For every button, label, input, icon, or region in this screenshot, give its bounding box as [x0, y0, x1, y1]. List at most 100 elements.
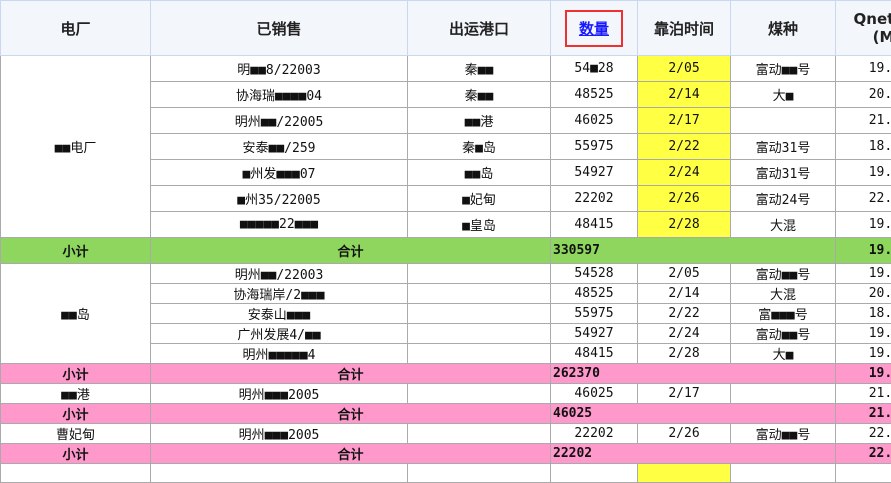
header-sold[interactable]: 已销售	[151, 1, 408, 56]
table-row[interactable]: ■■港明州■■■2005460252/1721.6	[1, 384, 891, 404]
total-label: 合计	[151, 444, 551, 464]
berth-date-cell: 2/26	[638, 424, 731, 444]
qty-cell: 48525	[551, 284, 638, 304]
subtotal-qnet: 19.9	[836, 238, 891, 264]
empty-cell	[551, 464, 638, 483]
header-qty[interactable]: 数量	[551, 1, 638, 56]
sold-cell: 协海瑞■■■■04	[151, 82, 408, 108]
port-cell: 秦■岛	[408, 134, 551, 160]
header-plant[interactable]: 电厂	[1, 1, 151, 56]
port-cell	[408, 424, 551, 444]
berth-date-cell: 2/28	[638, 344, 731, 364]
qty-cell: 54927	[551, 160, 638, 186]
coal-cell: 富动■■号	[731, 324, 836, 344]
qty-cell: 54■28	[551, 56, 638, 82]
qty-cell: 55975	[551, 134, 638, 160]
port-cell: 秦■■	[408, 82, 551, 108]
coal-cell: 富动24号	[731, 186, 836, 212]
sold-cell: 明州■■■2005	[151, 384, 408, 404]
qty-cell: 48415	[551, 212, 638, 238]
subtotal-row: 小计合计2220222.5	[1, 444, 891, 464]
qty-cell: 22202	[551, 424, 638, 444]
port-cell: ■妃甸	[408, 186, 551, 212]
sold-cell: 广州发展4/■■	[151, 324, 408, 344]
qnet-cell: 19.2	[836, 344, 891, 364]
header-port[interactable]: 出运港口	[408, 1, 551, 56]
sold-cell: 明州■■/22003	[151, 264, 408, 284]
empty-cell	[1, 464, 151, 483]
qnet-cell: 18.8	[836, 134, 891, 160]
sold-cell: 协海瑞岸/2■■■	[151, 284, 408, 304]
coal-cell: 大■	[731, 82, 836, 108]
header-qnet[interactable]: Qnet, (MJ	[836, 1, 891, 56]
header-coal-type[interactable]: 煤种	[731, 1, 836, 56]
subtotal-row: 小计合计33059719.9	[1, 238, 891, 264]
qnet-cell: 19.6	[836, 56, 891, 82]
coal-cell: 富动■■号	[731, 264, 836, 284]
plant-cell: ■■港	[1, 384, 151, 404]
port-cell	[408, 344, 551, 364]
sold-cell: 明州■■/22005	[151, 108, 408, 134]
total-label: 合计	[151, 364, 551, 384]
qnet-cell: 21.6	[836, 384, 891, 404]
qnet-cell: 20.4	[836, 284, 891, 304]
berth-date-cell: 2/26	[638, 186, 731, 212]
subtotal-qnet: 21.6	[836, 404, 891, 424]
port-cell	[408, 324, 551, 344]
sold-cell: ■州发■■■07	[151, 160, 408, 186]
qnet-cell: 22.5	[836, 424, 891, 444]
qnet-cell: 21.6	[836, 108, 891, 134]
empty-cell	[731, 464, 836, 483]
berth-date-cell: 2/14	[638, 82, 731, 108]
subtotal-qty: 46025	[551, 404, 836, 424]
subtotal-label: 小计	[1, 238, 151, 264]
table-row[interactable]: ■■岛明州■■/22003545282/05富动■■号19.6	[1, 264, 891, 284]
sold-cell: ■■■■■22■■■	[151, 212, 408, 238]
subtotal-qty: 22202	[551, 444, 836, 464]
qnet-cell: 22.5	[836, 186, 891, 212]
berth-date-cell: 2/24	[638, 324, 731, 344]
port-cell: 秦■■	[408, 56, 551, 82]
qty-cell: 54528	[551, 264, 638, 284]
qty-cell: 48415	[551, 344, 638, 364]
table-row[interactable]: 曹妃甸明州■■■2005222022/26富动■■号22.5	[1, 424, 891, 444]
table-row[interactable]: ■■电厂明■■8/22003秦■■54■282/05富动■■号19.6	[1, 56, 891, 82]
coal-cell	[731, 384, 836, 404]
port-cell	[408, 384, 551, 404]
sold-cell: 明州■■■2005	[151, 424, 408, 444]
subtotal-qnet: 22.5	[836, 444, 891, 464]
header-berth-time[interactable]: 靠泊时间	[638, 1, 731, 56]
coal-cell: 富■■■号	[731, 304, 836, 324]
qnet-cell: 20.4	[836, 82, 891, 108]
berth-date-cell: 2/22	[638, 304, 731, 324]
header-row: 电厂 已销售 出运港口 数量 靠泊时间 煤种 Qnet, (MJ	[1, 1, 891, 56]
coal-cell: 富动■■号	[731, 424, 836, 444]
qnet-cell: 18.8	[836, 304, 891, 324]
berth-date-cell: 2/14	[638, 284, 731, 304]
port-cell	[408, 304, 551, 324]
qnet-cell: 19.2	[836, 324, 891, 344]
empty-cell	[836, 464, 891, 483]
sold-cell: 明州■■■■■4	[151, 344, 408, 364]
subtotal-label: 小计	[1, 364, 151, 384]
berth-date-cell: 2/05	[638, 264, 731, 284]
subtotal-row: 小计合计26237019.4	[1, 364, 891, 384]
qnet-cell: 19.2	[836, 160, 891, 186]
coal-cell	[731, 108, 836, 134]
qnet-cell: 19.2	[836, 212, 891, 238]
qty-cell: 55975	[551, 304, 638, 324]
berth-date-cell: 2/17	[638, 108, 731, 134]
qty-cell: 54927	[551, 324, 638, 344]
sort-qty-link[interactable]: 数量	[565, 10, 623, 47]
qty-cell: 48525	[551, 82, 638, 108]
port-cell: ■■岛	[408, 160, 551, 186]
sold-cell: 安泰山■■■	[151, 304, 408, 324]
empty-cell	[151, 464, 408, 483]
berth-date-cell: 2/22	[638, 134, 731, 160]
port-cell	[408, 264, 551, 284]
table-row[interactable]	[1, 464, 891, 483]
qty-cell: 46025	[551, 108, 638, 134]
subtotal-row: 小计合计4602521.6	[1, 404, 891, 424]
empty-cell	[638, 464, 731, 483]
subtotal-qty: 262370	[551, 364, 836, 384]
